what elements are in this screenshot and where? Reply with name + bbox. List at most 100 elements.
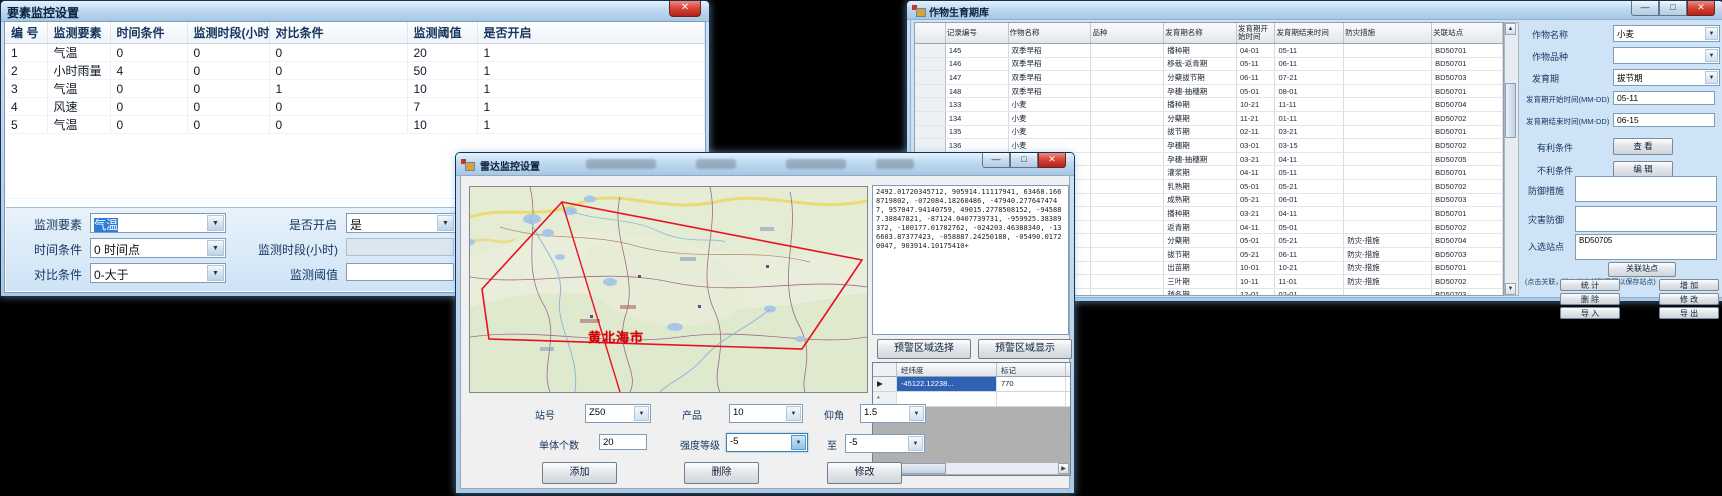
column-header[interactable] [915,23,945,44]
stations-textarea[interactable]: BD50705 [1575,234,1717,260]
period-combo[interactable]: 拔节期 ▼ [1613,69,1720,86]
crop-table-row[interactable]: 134 小麦 分蘖期 11-21 01-11 BD50702 [915,111,1503,125]
chevron-down-icon[interactable]: ▼ [786,406,801,421]
variety-combo[interactable]: ▼ [1613,47,1720,64]
column-header[interactable]: 记录编号 [945,23,1008,44]
column-header[interactable]: 是否开启 [477,22,705,44]
enabled-combo[interactable]: 是 ▼ [346,213,456,233]
crop-table-row[interactable]: 146 双季早稻 移栽-返青期 05-11 06-11 BD50701 [915,57,1503,71]
map-image [470,187,867,392]
action-button[interactable]: 增 加 [1659,279,1719,291]
row-selector[interactable]: ▶ [873,377,897,391]
close-button[interactable]: ✕ [1038,153,1066,168]
region-select-button[interactable]: 预警区域选择 [877,339,971,359]
column-header[interactable]: 编 号 [5,22,47,44]
period-input[interactable] [346,238,454,256]
column-header[interactable]: 作物名称 [1008,23,1091,44]
chevron-down-icon[interactable]: ▼ [909,406,924,421]
chevron-down-icon[interactable]: ▼ [207,215,224,231]
action-button[interactable]: 删 除 [1560,293,1620,305]
region-display-button[interactable]: 预警区域显示 [978,339,1072,359]
maximize-button[interactable]: □ [1659,1,1687,16]
crop-table-row[interactable]: 148 双季早稻 孕穗-抽穗期 05-01 08-01 BD50701 [915,84,1503,98]
start-time-input[interactable]: 05-11 [1613,91,1715,105]
close-button[interactable]: ✕ [1687,1,1715,16]
table-row[interactable]: 4 风速 0 0 0 7 1 [5,98,705,116]
minimize-button[interactable]: — [1631,1,1659,16]
radar-window-titlebar[interactable]: 雷达监控设置 — □ ✕ [456,153,1074,176]
intensity-from-combo[interactable]: -5 ▼ [726,433,808,452]
element-monitor-titlebar[interactable]: 要素监控设置 ✕ [1,1,709,22]
time-combo[interactable]: 0 时间点 ▼ [90,238,226,258]
defense-textarea[interactable] [1575,176,1717,202]
chevron-down-icon[interactable]: ▼ [1705,49,1718,62]
polygon-coordinates-textarea[interactable]: 2492.01720345712, 905914.11117941, 63468… [872,185,1069,335]
scroll-right-icon[interactable]: ▶ [1058,463,1069,474]
crop-table-row[interactable]: 133 小麦 播种期 10-21 11-11 BD50704 [915,98,1503,112]
scrollbar-thumb[interactable] [1505,83,1516,138]
crop-window-titlebar[interactable]: 作物生育期库 — □ ✕ [907,1,1722,20]
region-grid-row[interactable]: ▶ -45122.12238... 770 [873,377,1070,392]
column-header[interactable]: 标记 [997,363,1066,376]
crop-table-row[interactable]: 136 小麦 孕穗期 03-01 03-15 BD50702 [915,139,1503,153]
column-header[interactable]: 监测要素 [47,22,110,44]
column-header[interactable]: 防灾措施 [1344,23,1432,44]
column-header[interactable]: 监测阈值 [407,22,477,44]
product-combo[interactable]: 10 ▼ [729,404,803,423]
column-header[interactable]: 监测时段(小时) [187,22,269,44]
scroll-up-icon[interactable]: ▲ [1505,23,1516,35]
column-header[interactable]: 品种 [1091,23,1164,44]
column-header[interactable]: 时间条件 [110,22,187,44]
crop-table-row[interactable]: 147 双季早稻 分蘖拔节期 06-11 07-21 BD50703 [915,71,1503,85]
table-row[interactable]: 5 气温 0 0 0 10 1 [5,116,705,134]
chevron-down-icon[interactable]: ▼ [207,265,224,281]
chevron-down-icon[interactable]: ▼ [1705,27,1718,40]
action-button[interactable]: 导 出 [1659,307,1719,319]
column-header[interactable]: 关联站点 [1432,23,1503,44]
column-header[interactable]: 发育期结束时间 [1275,23,1344,44]
elevation-combo[interactable]: 1.5 ▼ [860,404,926,423]
station-label: 站号 [535,407,555,422]
chevron-down-icon[interactable]: ▼ [437,215,454,231]
cell-count-input[interactable]: 20 [599,434,647,450]
chevron-down-icon[interactable]: ▼ [207,240,224,256]
table-row[interactable]: 2 小时雨量 4 0 0 50 1 [5,62,705,80]
chevron-down-icon[interactable]: ▼ [908,436,923,451]
monitor-table[interactable]: 编 号监测要素时间条件监测时段(小时)对比条件监测阈值是否开启 1 气温 0 0… [5,22,705,134]
table-row[interactable]: 1 气温 0 0 0 20 1 [5,44,705,62]
column-header[interactable]: 发育期开始时间 [1237,23,1275,44]
chevron-down-icon[interactable]: ▼ [634,406,649,421]
threshold-input[interactable] [346,263,454,281]
add-button[interactable]: 添加 [542,462,617,484]
element-combo[interactable]: 气温 ▼ [90,213,226,233]
crop-edit-panel: 作物名称 小麦 ▼ 作物品种 ▼ 发育期 拔节期 ▼ 发育期开始时间(MM-DD… [1520,20,1722,296]
scroll-down-icon[interactable]: ▼ [1505,283,1516,295]
action-button[interactable]: 导 入 [1560,307,1620,319]
station-combo[interactable]: Z50 ▼ [585,404,651,423]
maximize-button[interactable]: □ [1010,153,1038,168]
end-time-input[interactable]: 06-15 [1613,113,1715,127]
column-header[interactable]: 对比条件 [269,22,407,44]
horizontal-scrollbar[interactable]: ◀ ▶ [874,463,1069,474]
crop-name-combo[interactable]: 小麦 ▼ [1613,25,1720,42]
favorable-view-button[interactable]: 查 看 [1613,138,1673,155]
close-button[interactable]: ✕ [669,1,701,17]
column-header[interactable]: 发育期名称 [1164,23,1237,44]
intensity-to-combo[interactable]: -5 ▼ [845,434,925,453]
column-header[interactable]: 经纬度 [897,363,997,376]
map-view[interactable]: 黄北海市 [469,186,868,393]
chevron-down-icon[interactable]: ▼ [791,435,806,450]
vertical-scrollbar[interactable]: ▲ ▼ [1504,22,1519,296]
delete-button[interactable]: 删除 [684,462,759,484]
associate-stations-button[interactable]: 关联站点 [1608,262,1676,277]
chevron-down-icon[interactable]: ▼ [1705,71,1718,84]
table-row[interactable]: 3 气温 0 0 1 10 1 [5,80,705,98]
modify-button[interactable]: 修改 [827,462,902,484]
action-button[interactable]: 统 计 [1560,279,1620,291]
minimize-button[interactable]: — [982,153,1010,168]
crop-table-row[interactable]: 135 小麦 拔节期 02-11 03-21 BD50701 [915,125,1503,139]
disaster-textarea[interactable] [1575,206,1717,232]
compare-combo[interactable]: 0-大于 ▼ [90,263,226,283]
action-button[interactable]: 修 改 [1659,293,1719,305]
crop-table-row[interactable]: 145 双季早稻 播种期 04-01 05-11 BD50701 [915,44,1503,58]
